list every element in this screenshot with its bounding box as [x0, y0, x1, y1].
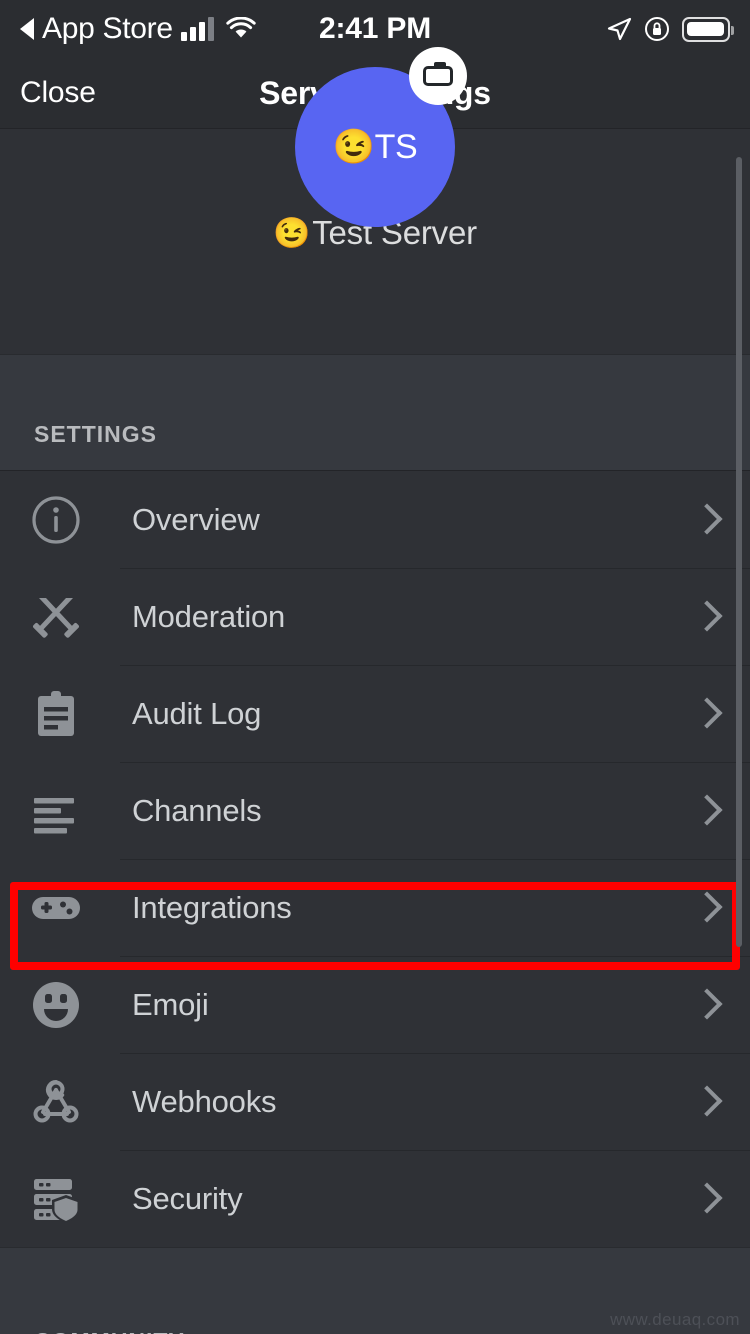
server-header: 😉TS 😉 Test Server [0, 47, 750, 354]
chevron-right-icon [690, 794, 724, 828]
clipboard-icon [28, 686, 84, 742]
section-label: SETTINGS [34, 421, 158, 447]
camera-icon [423, 62, 453, 86]
server-shield-icon [28, 1171, 84, 1227]
settings-row-label: Integrations [132, 889, 292, 925]
chevron-right-icon [690, 891, 724, 925]
settings-row-label: Audit Log [132, 695, 262, 731]
chevron-right-icon [690, 503, 724, 537]
settings-scroll-area[interactable]: 😉TS 😉 Test Server SETTINGS Overview Mode… [0, 47, 750, 1334]
vertical-scrollbar[interactable] [736, 157, 742, 947]
server-name-emoji: 😉 [273, 216, 311, 250]
smiley-face-icon [28, 977, 84, 1033]
avatar-edit-badge[interactable] [409, 47, 467, 105]
section-label: COMMUNITY [34, 1328, 185, 1334]
status-bar-left[interactable]: App Store [20, 12, 256, 46]
status-bar-back-app-label[interactable]: App Store [42, 12, 173, 46]
settings-row-label: Channels [132, 792, 262, 828]
close-button[interactable]: Close [20, 76, 96, 110]
status-bar-right [606, 16, 734, 42]
settings-list: Overview Moderation Audit Log Channels I… [0, 471, 750, 1247]
status-bar: App Store 2:41 PM [0, 0, 750, 58]
settings-row-label: Overview [132, 501, 260, 537]
settings-row-emoji[interactable]: Emoji [0, 956, 750, 1053]
webhook-icon [28, 1074, 84, 1130]
settings-row-label: Emoji [132, 986, 209, 1022]
settings-row-webhooks[interactable]: Webhooks [0, 1053, 750, 1150]
battery-icon [682, 16, 734, 42]
settings-row-security[interactable]: Security [0, 1150, 750, 1247]
chevron-right-icon [690, 1182, 724, 1216]
chevron-right-icon [690, 697, 724, 731]
settings-row-overview[interactable]: Overview [0, 471, 750, 568]
lock-rotation-icon [644, 16, 670, 42]
settings-row-label: Security [132, 1180, 243, 1216]
crossed-swords-icon [28, 589, 84, 645]
phone-screen: App Store 2:41 PM Close Server 😉TS 😉 Tes… [0, 0, 750, 1334]
back-triangle-icon[interactable] [20, 18, 34, 40]
settings-row-audit-log[interactable]: Audit Log [0, 665, 750, 762]
location-arrow-icon [606, 16, 632, 42]
signal-bars-icon [180, 17, 214, 41]
settings-row-label: Moderation [132, 598, 286, 634]
chevron-right-icon [690, 1085, 724, 1119]
chevron-right-icon [690, 600, 724, 634]
settings-row-moderation[interactable]: Moderation [0, 568, 750, 665]
settings-row-channels[interactable]: Channels [0, 762, 750, 859]
section-header-settings: SETTINGS [0, 354, 750, 471]
settings-row-label: Webhooks [132, 1083, 277, 1119]
list-lines-icon [28, 783, 84, 839]
settings-row-integrations[interactable]: Integrations [0, 859, 750, 956]
info-circle-icon [28, 492, 84, 548]
gamepad-icon [28, 880, 84, 936]
server-avatar-wrap[interactable]: 😉TS [295, 47, 467, 227]
watermark: www.deuaq.com [610, 1310, 740, 1329]
wifi-icon [226, 17, 256, 41]
chevron-right-icon [690, 988, 724, 1022]
